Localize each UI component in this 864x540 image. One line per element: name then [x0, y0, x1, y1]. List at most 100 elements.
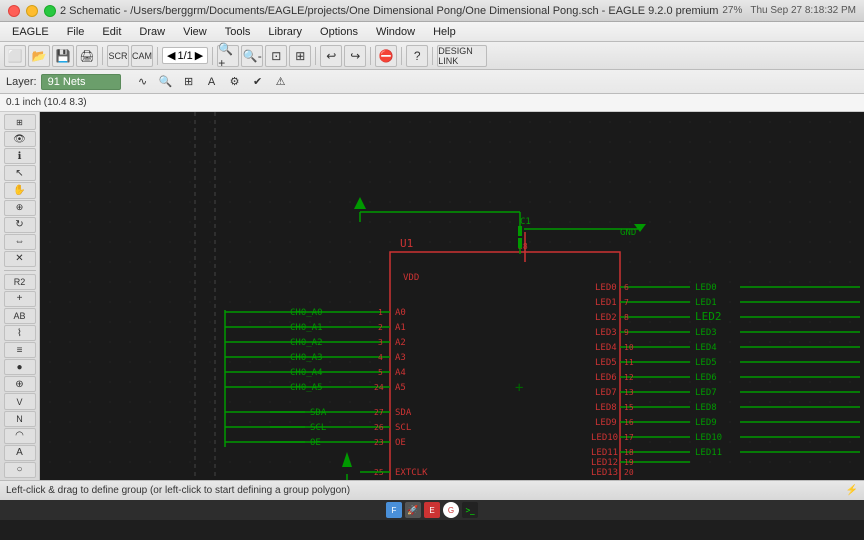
dock-launchpad[interactable]: 🚀 — [405, 502, 421, 518]
svg-text:10: 10 — [624, 343, 634, 352]
svg-text:4: 4 — [378, 353, 383, 362]
window-controls[interactable] — [8, 5, 56, 17]
toolbar: ⬜ 📂 💾 🖨 SCR CAM ◀ 1/1 ▶ 🔍+ 🔍- ⊡ ⊞ ↩ ↪ ⛔ … — [0, 42, 864, 70]
svg-text:1: 1 — [378, 308, 383, 317]
svg-text:GND: GND — [620, 228, 636, 238]
window-title: 2 Schematic - /Users/berggrm/Documents/E… — [56, 5, 722, 17]
dock-chrome[interactable]: G — [443, 502, 459, 518]
zoom-area-button[interactable]: ⊞ — [289, 45, 311, 67]
copy-btn[interactable]: ⊕ — [4, 200, 36, 216]
info-btn[interactable]: ℹ — [4, 148, 36, 164]
info-button[interactable]: ? — [406, 45, 428, 67]
page-control[interactable]: ◀ 1/1 ▶ — [162, 47, 208, 64]
print-button[interactable]: 🖨 — [76, 45, 98, 67]
svg-text:LED0: LED0 — [695, 283, 717, 293]
redo-button[interactable]: ↪ — [344, 45, 366, 67]
menu-library[interactable]: Library — [260, 25, 310, 39]
svg-text:LED9: LED9 — [595, 418, 617, 428]
grid-btn[interactable]: ⊞ — [4, 114, 36, 130]
grid-tool[interactable]: ⊞ — [179, 72, 199, 92]
mirror-btn[interactable]: ⇔ — [4, 234, 36, 250]
cam-button[interactable]: CAM — [131, 45, 153, 67]
design-link-button[interactable]: DESIGN LINK — [437, 45, 487, 67]
eye-btn[interactable]: 👁 — [4, 131, 36, 147]
open-button[interactable]: 📂 — [28, 45, 50, 67]
svg-text:17: 17 — [624, 433, 634, 442]
svg-text:LED1: LED1 — [695, 298, 717, 308]
menu-help[interactable]: Help — [425, 25, 464, 39]
net-btn[interactable]: ⌇ — [4, 325, 36, 341]
svg-text:A1: A1 — [395, 323, 406, 333]
circle-btn[interactable]: ○ — [4, 462, 36, 478]
arc-btn[interactable]: ◠ — [4, 428, 36, 444]
status-indicator: ⚡ — [846, 485, 858, 496]
menu-options[interactable]: Options — [312, 25, 366, 39]
status-message: Left-click & drag to define group (or le… — [6, 485, 350, 496]
delete-btn[interactable]: ✕ — [4, 251, 36, 267]
menu-view[interactable]: View — [175, 25, 215, 39]
svg-text:3: 3 — [378, 338, 383, 347]
r2-btn[interactable]: R2 — [4, 274, 36, 290]
text-btn[interactable]: AB — [4, 308, 36, 324]
bus-btn[interactable]: ≡ — [4, 342, 36, 358]
svg-text:9: 9 — [624, 328, 629, 337]
add-btn[interactable]: ⊕ — [4, 376, 36, 392]
svg-text:CH0_A4: CH0_A4 — [290, 368, 323, 378]
close-button[interactable] — [8, 5, 20, 17]
name-btn[interactable]: N — [4, 411, 36, 427]
move-btn[interactable]: ✋ — [4, 182, 36, 198]
minimize-button[interactable] — [26, 5, 38, 17]
sep4 — [315, 47, 316, 65]
svg-text:LED3: LED3 — [595, 328, 617, 338]
select-btn[interactable]: ↖ — [4, 165, 36, 181]
canvas[interactable]: U1 PCA9685PWSSOP-28 28 VDD A0 1 A1 2 A2 — [40, 112, 864, 480]
page-next[interactable]: ▶ — [195, 49, 203, 62]
stop-button[interactable]: ⛔ — [375, 45, 397, 67]
layer-select[interactable]: 91 Nets — [41, 74, 121, 90]
zoom-out-button[interactable]: 🔍- — [241, 45, 263, 67]
page-prev[interactable]: ◀ — [167, 49, 175, 62]
save-button[interactable]: 💾 — [52, 45, 74, 67]
undo-button[interactable]: ↩ — [320, 45, 342, 67]
menu-tools[interactable]: Tools — [217, 25, 259, 39]
dock-finder[interactable]: F — [386, 502, 402, 518]
svg-text:LED5: LED5 — [595, 358, 617, 368]
zoom-tool[interactable]: 🔍 — [156, 72, 176, 92]
menu-draw[interactable]: Draw — [131, 25, 173, 39]
erc-tool[interactable]: ⚠ — [271, 72, 291, 92]
svg-text:LED9: LED9 — [695, 418, 717, 428]
sep2 — [157, 47, 158, 65]
titlebar: 2 Schematic - /Users/berggrm/Documents/E… — [0, 0, 864, 22]
wire-tool[interactable]: ∿ — [133, 72, 153, 92]
menu-file[interactable]: File — [59, 25, 93, 39]
dock-eagle[interactable]: E — [424, 502, 440, 518]
svg-text:SCL: SCL — [395, 423, 411, 433]
settings-tool[interactable]: ⚙ — [225, 72, 245, 92]
label-tool[interactable]: A — [202, 72, 222, 92]
drc-tool[interactable]: ✔ — [248, 72, 268, 92]
svg-text:SDA: SDA — [310, 408, 327, 418]
layer-tools: ∿ 🔍 ⊞ A ⚙ ✔ ⚠ — [133, 72, 291, 92]
script-button[interactable]: SCR — [107, 45, 129, 67]
menu-window[interactable]: Window — [368, 25, 423, 39]
dock-terminal[interactable]: >_ — [462, 502, 478, 518]
menu-eagle[interactable]: EAGLE — [4, 25, 57, 39]
value-btn[interactable]: V — [4, 393, 36, 409]
svg-text:LED7: LED7 — [695, 388, 717, 398]
coordinates: 0.1 inch (10.4 8.3) — [6, 97, 87, 108]
dockbar: F 🚀 E G >_ — [0, 500, 864, 520]
menu-edit[interactable]: Edit — [94, 25, 129, 39]
text-add-btn[interactable]: A — [4, 445, 36, 461]
plus-btn[interactable]: + — [4, 291, 36, 307]
svg-text:SCL: SCL — [310, 423, 326, 433]
clock: Thu Sep 27 8:18:32 PM — [750, 5, 856, 16]
zoom-in-button[interactable]: 🔍+ — [217, 45, 239, 67]
rotate-btn[interactable]: ↻ — [4, 217, 36, 233]
svg-text:18: 18 — [624, 448, 634, 457]
svg-text:A4: A4 — [395, 368, 406, 378]
new-button[interactable]: ⬜ — [4, 45, 26, 67]
sep5 — [370, 47, 371, 65]
maximize-button[interactable] — [44, 5, 56, 17]
junction-btn[interactable]: ● — [4, 359, 36, 375]
zoom-fit-button[interactable]: ⊡ — [265, 45, 287, 67]
